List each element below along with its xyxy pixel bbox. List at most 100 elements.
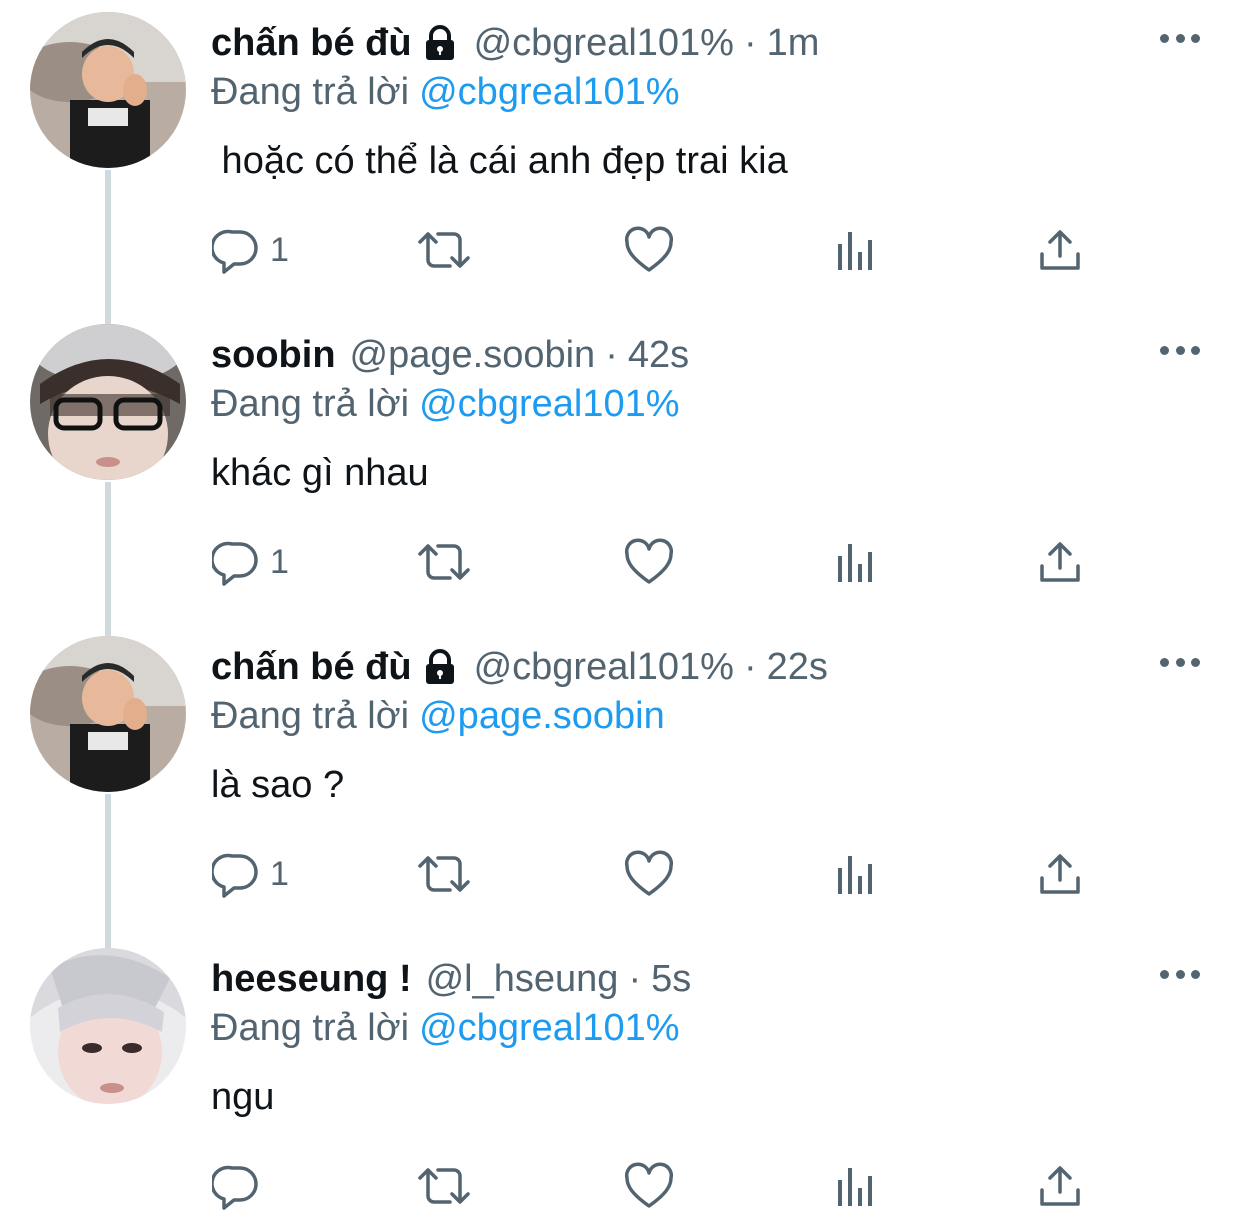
reply-prefix: Đang trả lời	[211, 695, 410, 737]
views-icon	[838, 232, 872, 270]
avatar-photo	[30, 948, 186, 1104]
timestamp[interactable]: 5s	[651, 954, 691, 1004]
user-handle[interactable]: @l_hseung	[426, 954, 619, 1004]
retweet-icon	[418, 232, 470, 268]
reply-context: Đang trả lời @cbgreal101%	[211, 380, 680, 428]
user-handle[interactable]: @page.soobin	[350, 330, 596, 380]
more-icon[interactable]	[1160, 338, 1200, 362]
more-icon[interactable]	[1160, 26, 1200, 50]
display-name[interactable]: chấn bé đù	[211, 18, 412, 68]
share-icon	[1040, 1166, 1080, 1206]
like-button[interactable]	[624, 222, 674, 278]
more-icon[interactable]	[1160, 650, 1200, 674]
thread-line	[105, 936, 111, 948]
mention-link[interactable]: @cbgreal101%	[419, 1007, 679, 1049]
timestamp[interactable]: 1m	[767, 18, 820, 68]
more-icon[interactable]	[1160, 962, 1200, 986]
reply-context: Đang trả lời @cbgreal101%	[211, 1004, 680, 1052]
retweet-icon	[418, 1168, 470, 1204]
share-icon	[1040, 230, 1080, 270]
reply-button[interactable]: 1	[212, 222, 289, 278]
reply-count: 1	[270, 855, 289, 893]
user-handle[interactable]: @cbgreal101%	[474, 18, 734, 68]
avatar-photo	[30, 12, 186, 168]
tweet[interactable]: chấn bé đù @cbgreal101% · 1m Đang trả lờ…	[0, 0, 1242, 312]
avatar-photo	[30, 636, 186, 792]
reply-icon	[212, 1165, 258, 1210]
views-icon	[838, 544, 872, 582]
share-icon	[1040, 854, 1080, 894]
reply-button[interactable]: 1	[212, 846, 289, 902]
like-button[interactable]	[624, 534, 674, 590]
share-button[interactable]	[1036, 222, 1084, 278]
reply-prefix: Đang trả lời	[211, 1007, 410, 1049]
timestamp[interactable]: 42s	[628, 330, 689, 380]
retweet-icon	[418, 544, 470, 580]
reply-count: 1	[270, 231, 289, 269]
avatar[interactable]	[30, 12, 186, 168]
heart-icon	[624, 538, 674, 584]
reply-context: Đang trả lời @page.soobin	[211, 692, 665, 740]
thread-line	[105, 312, 111, 324]
reply-icon	[212, 229, 258, 274]
tweet[interactable]: heeseung ! @l_hseung · 5s Đang trả lời @c…	[0, 936, 1242, 1225]
avatar[interactable]	[30, 636, 186, 792]
action-bar: 1	[0, 534, 1242, 590]
mention-link[interactable]: @cbgreal101%	[419, 71, 679, 113]
retweet-icon	[418, 856, 470, 892]
heart-icon	[624, 226, 674, 272]
avatar-photo	[30, 324, 186, 480]
reply-prefix: Đang trả lời	[211, 71, 410, 113]
tweet-text: là sao ?	[211, 764, 345, 806]
action-bar: 1	[0, 222, 1242, 278]
views-button[interactable]	[832, 1158, 880, 1214]
retweet-button[interactable]	[416, 222, 472, 278]
reply-button[interactable]	[212, 1158, 270, 1214]
share-button[interactable]	[1036, 1158, 1084, 1214]
thread-line	[105, 624, 111, 636]
reply-context: Đang trả lời @cbgreal101%	[211, 68, 680, 116]
heart-icon	[624, 1162, 674, 1208]
tweet[interactable]: soobin @page.soobin · 42s Đang trả lời @c…	[0, 312, 1242, 624]
share-icon	[1040, 542, 1080, 582]
reply-button[interactable]: 1	[212, 534, 289, 590]
display-name[interactable]: chấn bé đù	[211, 642, 412, 692]
separator-dot: ·	[628, 958, 642, 1000]
separator-dot: ·	[743, 22, 757, 64]
lock-icon	[420, 647, 460, 687]
tweet-text: hoặc có thể là cái anh đẹp trai kia	[211, 140, 788, 182]
tweet-text: khác gì nhau	[211, 452, 429, 494]
views-button[interactable]	[832, 534, 880, 590]
heart-icon	[624, 850, 674, 896]
tweet-text: ngu	[211, 1076, 275, 1118]
reply-prefix: Đang trả lời	[211, 383, 410, 425]
retweet-button[interactable]	[416, 846, 472, 902]
mention-link[interactable]: @page.soobin	[419, 695, 665, 737]
separator-dot: ·	[743, 646, 757, 688]
like-button[interactable]	[624, 1158, 674, 1214]
display-name[interactable]: heeseung !	[211, 954, 412, 1004]
action-bar: 1	[0, 846, 1242, 902]
views-button[interactable]	[832, 846, 880, 902]
separator-dot: ·	[605, 334, 618, 376]
action-bar	[0, 1158, 1242, 1214]
user-handle[interactable]: @cbgreal101%	[474, 642, 734, 692]
share-button[interactable]	[1036, 846, 1084, 902]
views-icon	[838, 856, 872, 894]
reply-count: 1	[270, 543, 289, 581]
display-name[interactable]: soobin	[211, 330, 336, 380]
like-button[interactable]	[624, 846, 674, 902]
retweet-button[interactable]	[416, 1158, 472, 1214]
mention-link[interactable]: @cbgreal101%	[419, 383, 679, 425]
views-button[interactable]	[832, 222, 880, 278]
retweet-button[interactable]	[416, 534, 472, 590]
lock-icon	[420, 23, 460, 63]
timestamp[interactable]: 22s	[767, 642, 828, 692]
avatar[interactable]	[30, 948, 186, 1104]
share-button[interactable]	[1036, 534, 1084, 590]
reply-icon	[212, 541, 258, 586]
views-icon	[838, 1168, 872, 1206]
avatar[interactable]	[30, 324, 186, 480]
reply-icon	[212, 853, 258, 898]
tweet[interactable]: chấn bé đù @cbgreal101% · 22s Đang trả l…	[0, 624, 1242, 936]
